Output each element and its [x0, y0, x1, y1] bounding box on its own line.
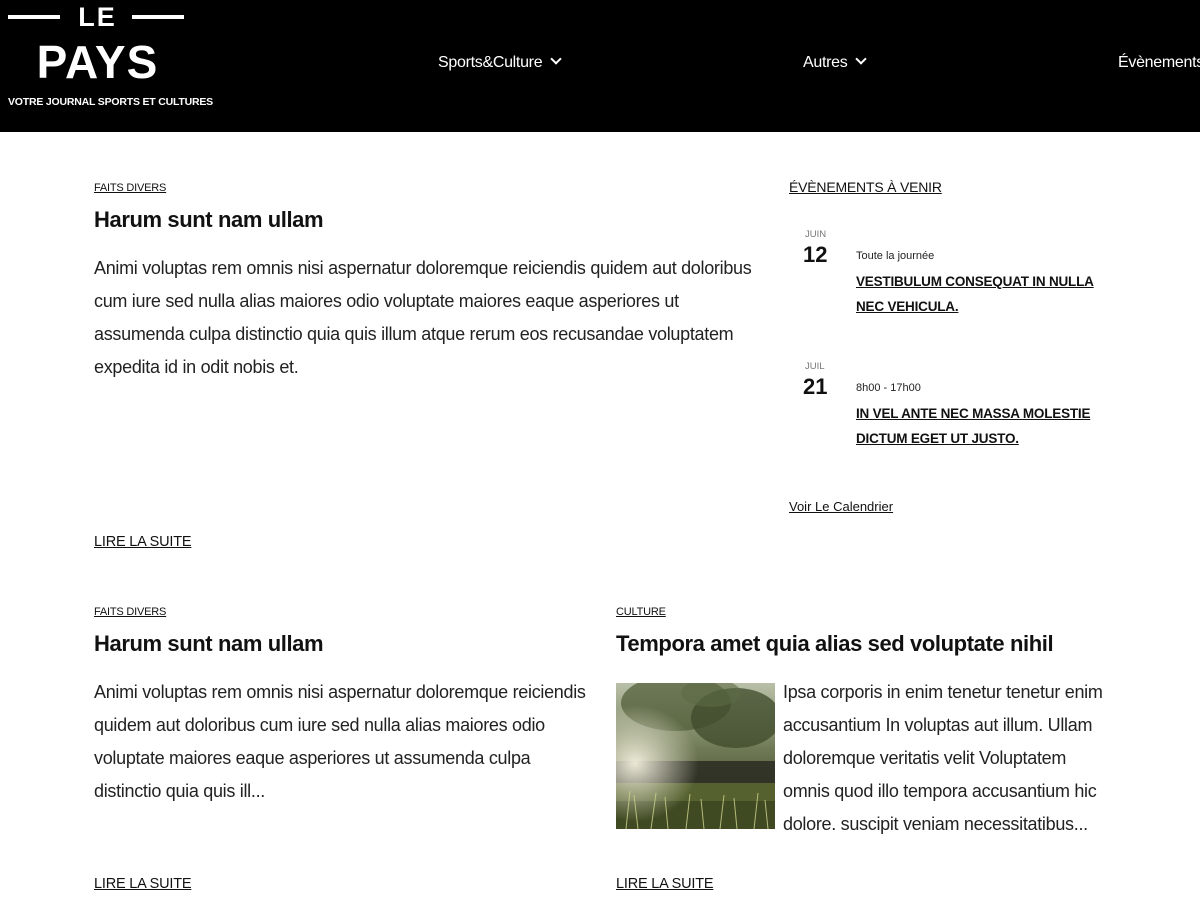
- event-time: 8h00 - 17h00: [856, 382, 921, 394]
- grass-landscape-photo: [616, 683, 775, 829]
- site-header: LE PAYS VOTRE JOURNAL SPORTS ET CULTURES…: [0, 0, 1200, 132]
- article-thumbnail-image[interactable]: [616, 683, 775, 829]
- featured-title[interactable]: Harum sunt nam ullam: [94, 206, 324, 234]
- event-time: Toute la journée: [856, 250, 935, 262]
- site-logo[interactable]: LE PAYS VOTRE JOURNAL SPORTS ET CULTURES: [0, 0, 213, 132]
- featured-read-more-link[interactable]: LIRE LA SUITE: [94, 533, 192, 551]
- article-category-link[interactable]: CULTURE: [616, 605, 666, 619]
- chevron-down-icon: [855, 53, 868, 65]
- nav-item-label: Sports&Culture: [438, 54, 543, 71]
- nav-item-evenements[interactable]: Évènements: [1118, 52, 1200, 74]
- article-title[interactable]: Tempora amet quia alias sed voluptate ni…: [616, 630, 1054, 658]
- event-day: 21: [803, 374, 828, 399]
- article-category-link[interactable]: FAITS DIVERS: [94, 605, 166, 619]
- event-item: JUIN 12 Toute la journée VESTIBULUM CONS…: [789, 229, 1119, 329]
- event-day: 12: [803, 242, 828, 267]
- nav-item-label: Autres: [803, 54, 848, 71]
- nav-item-label: Évènements: [1118, 54, 1200, 71]
- event-month: JUIN: [805, 229, 827, 240]
- logo-pays: PAYS: [36, 36, 159, 88]
- chevron-down-icon: [550, 53, 562, 65]
- article-title[interactable]: Harum sunt nam ullam: [94, 630, 324, 658]
- upcoming-events-title[interactable]: ÉVÈNEMENTS À VENIR: [789, 178, 942, 196]
- nav-item-autres[interactable]: Autres: [803, 52, 868, 74]
- view-calendar-link[interactable]: Voir Le Calendrier: [789, 499, 893, 515]
- logo-le: LE: [78, 2, 117, 32]
- article-excerpt: Animi voluptas rem omnis nisi aspernatur…: [94, 682, 586, 801]
- article-excerpt: Ipsa corporis in enim tenetur tenetur en…: [783, 682, 1103, 834]
- nav-item-sports-culture[interactable]: Sports&Culture: [438, 52, 562, 74]
- event-title-link[interactable]: IN VEL ANTE NEC MASSA MOLESTIE DICTUM EG…: [856, 401, 1106, 451]
- featured-category-link[interactable]: FAITS DIVERS: [94, 181, 166, 195]
- article-read-more-link[interactable]: LIRE LA SUITE: [94, 875, 192, 893]
- event-month: JUIL: [805, 361, 825, 372]
- logo-tagline: VOTRE JOURNAL SPORTS ET CULTURES: [8, 96, 213, 108]
- event-item: JUIL 21 8h00 - 17h00 IN VEL ANTE NEC MAS…: [789, 361, 1119, 461]
- event-title-link[interactable]: VESTIBULUM CONSEQUAT IN NULLA NEC VEHICU…: [856, 269, 1106, 319]
- article-read-more-link[interactable]: LIRE LA SUITE: [616, 875, 714, 893]
- featured-excerpt: Animi voluptas rem omnis nisi aspernatur…: [94, 258, 752, 377]
